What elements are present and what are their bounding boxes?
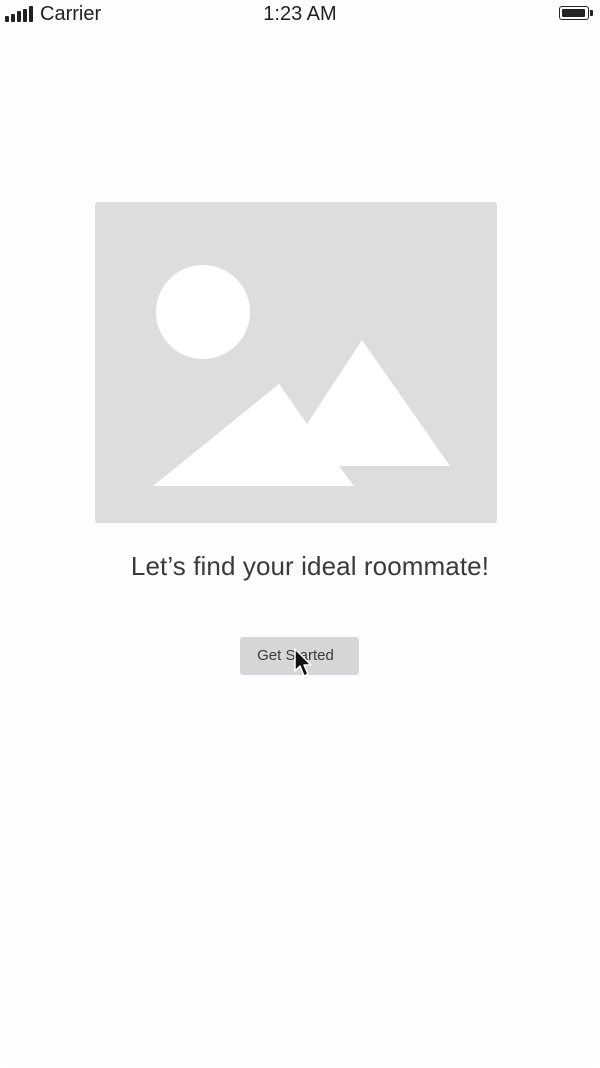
battery-level	[562, 9, 585, 17]
image-placeholder-icon	[95, 202, 497, 523]
battery-icon	[559, 6, 593, 20]
status-bar: Carrier 1:23 AM	[0, 0, 600, 30]
mouse-cursor-icon	[294, 648, 312, 677]
sun-shape	[156, 265, 250, 359]
onboarding-screen: Carrier 1:23 AM Let’s find your ideal ro…	[0, 0, 600, 1068]
status-time: 1:23 AM	[263, 3, 337, 25]
mountains-shape	[153, 340, 450, 486]
landscape-icon	[153, 265, 450, 486]
page-title: Let’s find your ideal roommate!	[130, 551, 490, 581]
